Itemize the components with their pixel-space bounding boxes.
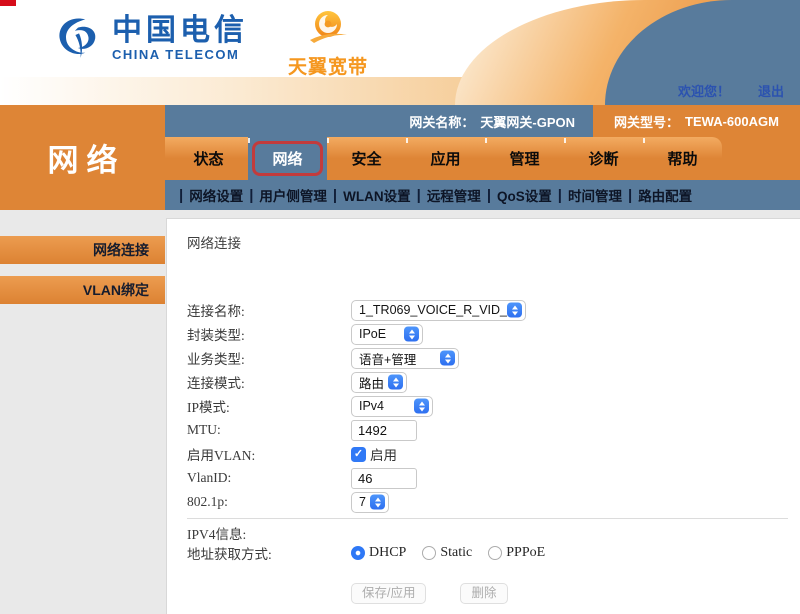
section-title-block: 网络 xyxy=(0,105,165,210)
chevron-up-icon xyxy=(375,497,381,501)
content-area: 网络连接 VLAN绑定 网络连接 连接名称: 1_TR069_VOICE_R_V… xyxy=(0,210,800,614)
encapsulation-select[interactable]: IPoE xyxy=(351,324,423,345)
chevron-down-icon xyxy=(409,335,415,339)
panel-title: 网络连接 xyxy=(167,219,800,252)
page-title: 网络 xyxy=(40,135,126,180)
main-panel: 网络连接 连接名称: 1_TR069_VOICE_R_VID_46 封装类型: … xyxy=(166,218,800,614)
china-telecom-logo-icon xyxy=(52,10,104,67)
radio-dhcp[interactable] xyxy=(351,546,365,560)
vlan-enable-checkbox[interactable] xyxy=(351,447,366,462)
subnav-network-settings[interactable]: 网络设置 xyxy=(189,185,243,205)
stepper-icon xyxy=(404,327,419,342)
subnav-remote-management[interactable]: 远程管理 xyxy=(427,185,481,205)
form-row: 802.1p: 7 xyxy=(167,490,800,514)
stepper-icon xyxy=(370,495,385,510)
chevron-up-icon xyxy=(393,377,399,381)
form-row: 连接名称: 1_TR069_VOICE_R_VID_46 xyxy=(167,298,800,322)
service-type-select[interactable]: 语音+管理 xyxy=(351,348,459,369)
chevron-up-icon xyxy=(512,305,518,309)
ipv4-section-title: IPV4信息: xyxy=(167,523,800,541)
welcome-area: 欢迎您！ 退出 xyxy=(678,81,784,100)
connection-name-label: 连接名称: xyxy=(187,300,351,320)
connection-mode-select[interactable]: 路由 xyxy=(351,372,407,393)
connection-form: 连接名称: 1_TR069_VOICE_R_VID_46 封装类型: IPoE xyxy=(167,298,800,514)
tab-application[interactable]: 应用 xyxy=(406,137,485,180)
vlan-enable-checkbox-label: 启用 xyxy=(370,444,397,464)
mtu-label: MTU: xyxy=(187,422,351,438)
chevron-down-icon xyxy=(375,503,381,507)
connection-mode-label: 连接模式: xyxy=(187,372,351,392)
section-divider xyxy=(187,518,788,519)
chevron-down-icon xyxy=(393,383,399,387)
brand-name-en: CHINA TELECOM xyxy=(112,47,248,62)
subnav-route-config[interactable]: 路由配置 xyxy=(638,185,692,205)
sidebar-item-network-connection[interactable]: 网络连接 xyxy=(0,236,165,264)
chevron-down-icon xyxy=(419,407,425,411)
stepper-icon xyxy=(507,303,522,318)
sub-navigation-bar: | 网络设置 | 用户侧管理 | WLAN设置 | 远程管理 | QoS设置 |… xyxy=(165,180,800,210)
tab-management[interactable]: 管理 xyxy=(485,137,564,180)
radio-static[interactable] xyxy=(422,546,436,560)
chevron-down-icon xyxy=(445,359,451,363)
screen-corner-red-mark xyxy=(0,0,16,6)
tab-help[interactable]: 帮助 xyxy=(643,137,722,180)
radio-static-label: Static xyxy=(440,545,472,561)
subnav-user-side-management[interactable]: 用户侧管理 xyxy=(259,185,327,205)
subnav-qos-settings[interactable]: QoS设置 xyxy=(497,185,552,205)
form-row: 连接模式: 路由 xyxy=(167,370,800,394)
sidebar-item-vlan-binding[interactable]: VLAN绑定 xyxy=(0,276,165,304)
tab-security[interactable]: 安全 xyxy=(327,137,406,180)
form-row: MTU: xyxy=(167,418,800,442)
tab-network[interactable]: 网络 xyxy=(248,137,327,180)
form-row: 启用VLAN: 启用 xyxy=(167,442,800,466)
gateway-info-bar: 网关名称： 天翼网关-GPON 网关型号： TEWA-600AGM xyxy=(165,105,800,137)
service-type-label: 业务类型: xyxy=(187,348,351,368)
logout-link[interactable]: 退出 xyxy=(758,84,784,99)
chevron-up-icon xyxy=(409,329,415,333)
gateway-model: 网关型号： TEWA-600AGM xyxy=(593,105,800,137)
radio-pppoe[interactable] xyxy=(488,546,502,560)
address-mode-label: 地址获取方式: xyxy=(187,543,351,563)
connection-name-select[interactable]: 1_TR069_VOICE_R_VID_46 xyxy=(351,300,526,321)
tab-status[interactable]: 状态 xyxy=(169,137,248,180)
form-row: 业务类型: 语音+管理 xyxy=(167,346,800,370)
vlan-id-input[interactable] xyxy=(351,468,417,489)
address-mode-row: 地址获取方式: DHCP Static PPPoE xyxy=(167,541,800,565)
8021p-select[interactable]: 7 xyxy=(351,492,389,513)
save-apply-button[interactable]: 保存/应用 xyxy=(351,583,426,604)
delete-button[interactable]: 删除 xyxy=(460,583,507,604)
main-tab-strip: 状态 网络 安全 应用 管理 诊断 帮助 xyxy=(165,137,800,180)
stepper-icon xyxy=(440,351,455,366)
chevron-up-icon xyxy=(445,353,451,357)
page-header: 中国电信 CHINA TELECOM 天翼宽带 欢迎您！ 退出 xyxy=(0,0,800,105)
ip-mode-select[interactable]: IPv4 xyxy=(351,396,433,417)
radio-dhcp-label: DHCP xyxy=(369,545,406,561)
form-row: IP模式: IPv4 xyxy=(167,394,800,418)
vlan-id-label: VlanID: xyxy=(187,470,351,486)
stepper-icon xyxy=(388,375,403,390)
product-name: 天翼宽带 xyxy=(283,52,373,79)
subnav-time-management[interactable]: 时间管理 xyxy=(568,185,622,205)
tab-diagnosis[interactable]: 诊断 xyxy=(564,137,643,180)
china-telecom-logo: 中国电信 CHINA TELECOM xyxy=(52,10,248,67)
brand-name-cn: 中国电信 xyxy=(112,15,248,47)
8021p-label: 802.1p: xyxy=(187,494,351,510)
stepper-icon xyxy=(414,399,429,414)
welcome-text: 欢迎您！ xyxy=(678,84,730,99)
gateway-name: 网关名称： 天翼网关-GPON xyxy=(165,105,593,137)
vlan-enable-label: 启用VLAN: xyxy=(187,444,351,464)
tianyi-broadband-logo: 天翼宽带 xyxy=(283,8,373,79)
mtu-input[interactable] xyxy=(351,420,417,441)
form-row: VlanID: xyxy=(167,466,800,490)
chevron-down-icon xyxy=(512,311,518,315)
subnav-wlan-settings[interactable]: WLAN设置 xyxy=(343,185,411,205)
radio-pppoe-label: PPPoE xyxy=(506,545,545,561)
action-buttons: 保存/应用 删除 xyxy=(167,583,800,604)
form-row: 封装类型: IPoE xyxy=(167,322,800,346)
chevron-up-icon xyxy=(419,401,425,405)
ip-mode-label: IP模式: xyxy=(187,396,351,416)
encapsulation-label: 封装类型: xyxy=(187,324,351,344)
